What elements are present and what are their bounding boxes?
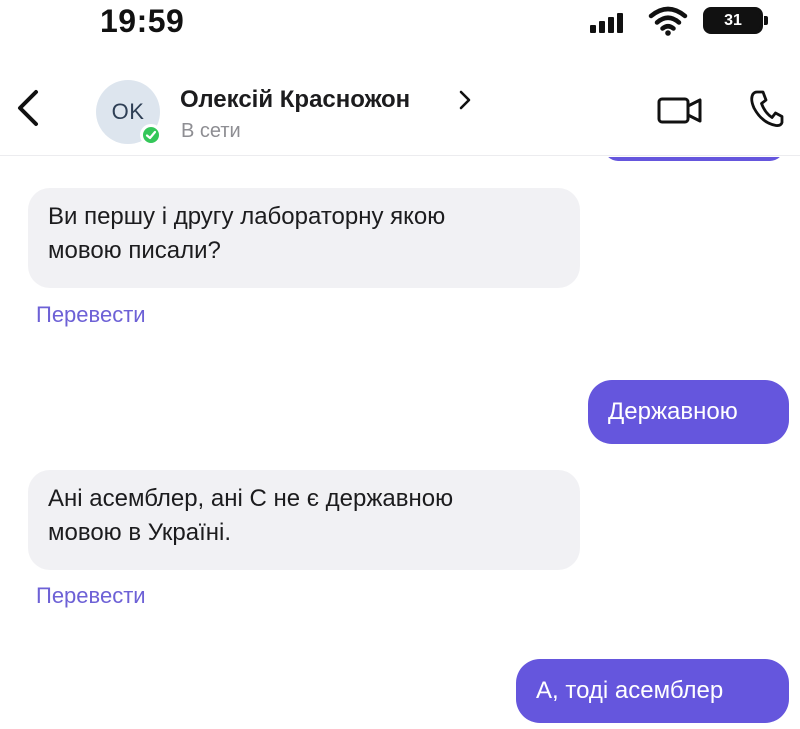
contact-status: В сети <box>181 120 241 142</box>
online-check-icon <box>140 124 162 146</box>
message-text-line: Ви першу і другу лабораторну якою <box>48 203 446 230</box>
chat-screen: 19:59 31 OK Олексій Красножон В сети Ви … <box>0 0 800 729</box>
phone-call-icon[interactable] <box>748 88 784 128</box>
back-chevron-icon[interactable] <box>12 88 42 128</box>
battery-icon: 31 <box>703 7 768 34</box>
message-text: Державною <box>608 398 738 425</box>
status-time: 19:59 <box>100 3 185 39</box>
translate-link[interactable]: Перевести <box>36 583 146 609</box>
battery-level: 31 <box>724 11 742 29</box>
message-list[interactable]: Ви першу і другу лабораторну якою мовою … <box>0 157 800 729</box>
translate-link[interactable]: Перевести <box>36 302 146 328</box>
message-text: А, тоді асемблер <box>536 677 724 704</box>
avatar-initials: OK <box>111 99 145 124</box>
video-call-icon[interactable] <box>656 94 704 126</box>
incoming-message-bubble[interactable]: Ви першу і другу лабораторну якою мовою … <box>28 188 580 288</box>
message-text-line: Ані асемблер, ані С не є державною <box>48 485 454 512</box>
chat-header: OK Олексій Красножон В сети <box>0 60 800 156</box>
message-text-line: мовою в Україні. <box>48 519 232 546</box>
incoming-message-bubble[interactable]: Ані асемблер, ані С не є державною мовою… <box>28 470 580 570</box>
wifi-icon <box>648 6 688 36</box>
chevron-right-icon[interactable] <box>458 89 472 111</box>
outgoing-message-bubble[interactable]: Державною <box>588 380 789 444</box>
status-bar: 19:59 31 <box>0 0 800 60</box>
message-text-line: мовою писали? <box>48 237 221 264</box>
signal-icon <box>590 11 634 33</box>
previous-outgoing-bubble <box>604 157 784 161</box>
outgoing-message-bubble[interactable]: А, тоді асемблер <box>516 659 789 723</box>
contact-name[interactable]: Олексій Красножон <box>180 86 410 114</box>
